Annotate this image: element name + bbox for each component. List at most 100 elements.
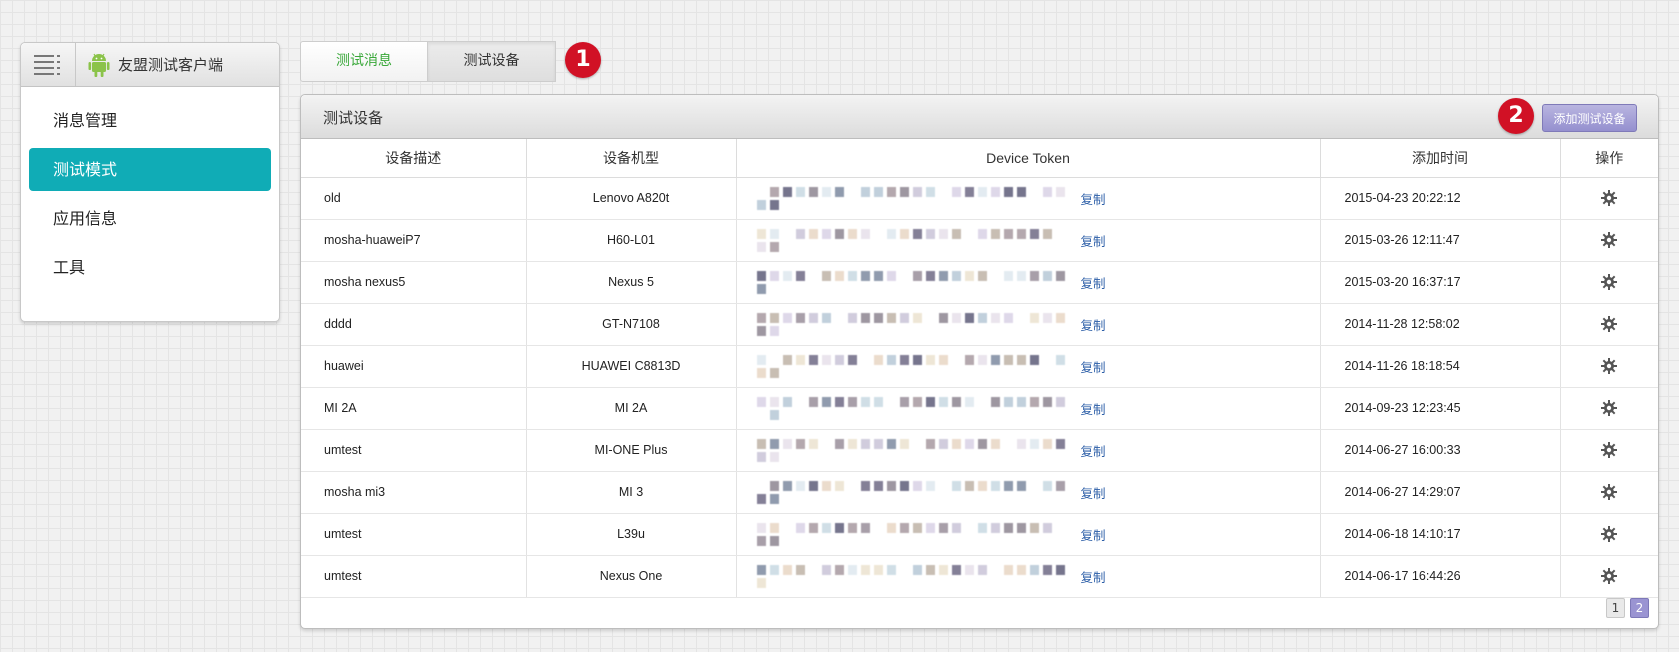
copy-token-link[interactable]: 复制	[1081, 315, 1106, 334]
sidebar-item-test-mode[interactable]: 测试模式	[29, 148, 271, 191]
panel-title: 测试设备	[323, 109, 384, 127]
device-token-cell: 复制	[736, 555, 1321, 598]
device-model: MI 2A	[526, 387, 737, 430]
column-header-model: 设备机型	[526, 139, 737, 178]
gear-icon[interactable]	[1601, 358, 1618, 374]
sidebar-header: 友盟测试客户端	[21, 43, 279, 87]
redacted-token	[756, 262, 1077, 303]
column-header-device-token: Device Token	[736, 139, 1321, 178]
sidebar-item-app-info[interactable]: 应用信息	[29, 197, 271, 240]
device-model: Nexus 5	[526, 261, 737, 304]
device-model: MI-ONE Plus	[526, 429, 737, 472]
device-model: Lenovo A820t	[526, 177, 737, 220]
gear-icon[interactable]	[1601, 526, 1618, 542]
pagination: 1 2	[1606, 598, 1649, 618]
sidebar-item-message-management[interactable]: 消息管理	[29, 99, 271, 142]
operation-cell	[1560, 471, 1658, 514]
added-time: 2014-11-26 18:18:54	[1320, 345, 1561, 388]
add-test-device-button[interactable]: 添加测试设备	[1542, 104, 1637, 132]
redacted-token	[756, 220, 1077, 261]
device-description: umtest	[301, 429, 527, 472]
copy-token-link[interactable]: 复制	[1081, 441, 1106, 460]
added-time: 2015-03-26 12:11:47	[1320, 219, 1561, 262]
table-row: old Lenovo A820t 复制 2015-04-23 20:22:12	[301, 177, 1658, 220]
copy-token-link[interactable]: 复制	[1081, 189, 1106, 208]
table-row: mosha mi3 MI 3 复制 2014-06-27 14:29:07	[301, 471, 1658, 514]
operation-cell	[1560, 177, 1658, 220]
device-description: mosha mi3	[301, 471, 527, 514]
sidebar-item-tools[interactable]: 工具	[29, 246, 271, 289]
added-time: 2014-06-27 16:00:33	[1320, 429, 1561, 472]
copy-token-link[interactable]: 复制	[1081, 231, 1106, 250]
copy-token-link[interactable]: 复制	[1081, 399, 1106, 418]
device-model: H60-L01	[526, 219, 737, 262]
gear-icon[interactable]	[1601, 484, 1618, 500]
device-description: mosha-huaweiP7	[301, 219, 527, 262]
redacted-token	[756, 304, 1077, 345]
redacted-token	[756, 346, 1077, 387]
devices-table: 设备描述 设备机型 Device Token 添加时间 操作 old Lenovo…	[301, 139, 1658, 598]
step-badge-2: 2	[1498, 98, 1534, 134]
device-token-cell: 复制	[736, 387, 1321, 430]
added-time: 2014-06-27 14:29:07	[1320, 471, 1561, 514]
table-row: umtest MI-ONE Plus 复制 2014-06-27 16:00:33	[301, 429, 1658, 472]
copy-token-link[interactable]: 复制	[1081, 525, 1106, 544]
menu-toggle-button[interactable]	[21, 43, 76, 86]
redacted-token	[756, 388, 1077, 429]
redacted-token	[756, 514, 1077, 555]
device-description: dddd	[301, 303, 527, 346]
device-description: umtest	[301, 555, 527, 598]
page-button-2[interactable]: 2	[1630, 598, 1649, 618]
gear-icon[interactable]	[1601, 190, 1618, 206]
device-model: GT-N7108	[526, 303, 737, 346]
page-button-1[interactable]: 1	[1606, 598, 1625, 618]
redacted-token	[756, 430, 1077, 471]
operation-cell	[1560, 303, 1658, 346]
android-icon	[88, 53, 110, 77]
gear-icon[interactable]	[1601, 568, 1618, 584]
gear-icon[interactable]	[1601, 442, 1618, 458]
copy-token-link[interactable]: 复制	[1081, 357, 1106, 376]
operation-cell	[1560, 345, 1658, 388]
gear-icon[interactable]	[1601, 274, 1618, 290]
copy-token-link[interactable]: 复制	[1081, 483, 1106, 502]
device-description: umtest	[301, 513, 527, 556]
column-header-actions: 操作	[1560, 139, 1658, 178]
added-time: 2015-03-20 16:37:17	[1320, 261, 1561, 304]
added-time: 2014-11-28 12:58:02	[1320, 303, 1561, 346]
app-title: 友盟测试客户端	[76, 52, 223, 78]
device-model: L39u	[526, 513, 737, 556]
device-token-cell: 复制	[736, 429, 1321, 472]
operation-cell	[1560, 555, 1658, 598]
tab-test-devices[interactable]: 测试设备	[428, 41, 556, 82]
device-token-cell: 复制	[736, 345, 1321, 388]
app-name: 友盟测试客户端	[118, 56, 224, 74]
operation-cell	[1560, 219, 1658, 262]
added-time: 2014-09-23 12:23:45	[1320, 387, 1561, 430]
added-time: 2015-04-23 20:22:12	[1320, 177, 1561, 220]
table-row: MI 2A MI 2A 复制 2014-09-23 12:23:45	[301, 387, 1658, 430]
table-header-row: 设备描述 设备机型 Device Token 添加时间 操作	[301, 139, 1658, 178]
test-devices-panel: 测试设备 添加测试设备 设备描述 设备机型 Device Token 添加时间 …	[300, 94, 1659, 629]
device-description: old	[301, 177, 527, 220]
added-time: 2014-06-18 14:10:17	[1320, 513, 1561, 556]
table-row: mosha-huaweiP7 H60-L01 复制 2015-03-26 12:11:…	[301, 219, 1658, 262]
redacted-token	[756, 472, 1077, 513]
table-row: umtest L39u 复制 2014-06-18 14:10:17	[301, 513, 1658, 556]
device-model: Nexus One	[526, 555, 737, 598]
device-token-cell: 复制	[736, 303, 1321, 346]
column-header-description: 设备描述	[301, 139, 527, 178]
copy-token-link[interactable]: 复制	[1081, 273, 1106, 292]
device-description: mosha nexus5	[301, 261, 527, 304]
gear-icon[interactable]	[1601, 316, 1618, 332]
tab-bar: 测试消息 测试设备	[300, 41, 556, 82]
copy-token-link[interactable]: 复制	[1081, 567, 1106, 586]
sidebar: 友盟测试客户端 消息管理 测试模式 应用信息 工具	[20, 42, 280, 322]
device-token-cell: 复制	[736, 177, 1321, 220]
gear-icon[interactable]	[1601, 400, 1618, 416]
sidebar-nav: 消息管理 测试模式 应用信息 工具	[21, 87, 279, 289]
column-header-added-time: 添加时间	[1320, 139, 1561, 178]
gear-icon[interactable]	[1601, 232, 1618, 248]
panel-header: 测试设备 添加测试设备	[301, 95, 1658, 139]
tab-test-messages[interactable]: 测试消息	[300, 41, 428, 82]
